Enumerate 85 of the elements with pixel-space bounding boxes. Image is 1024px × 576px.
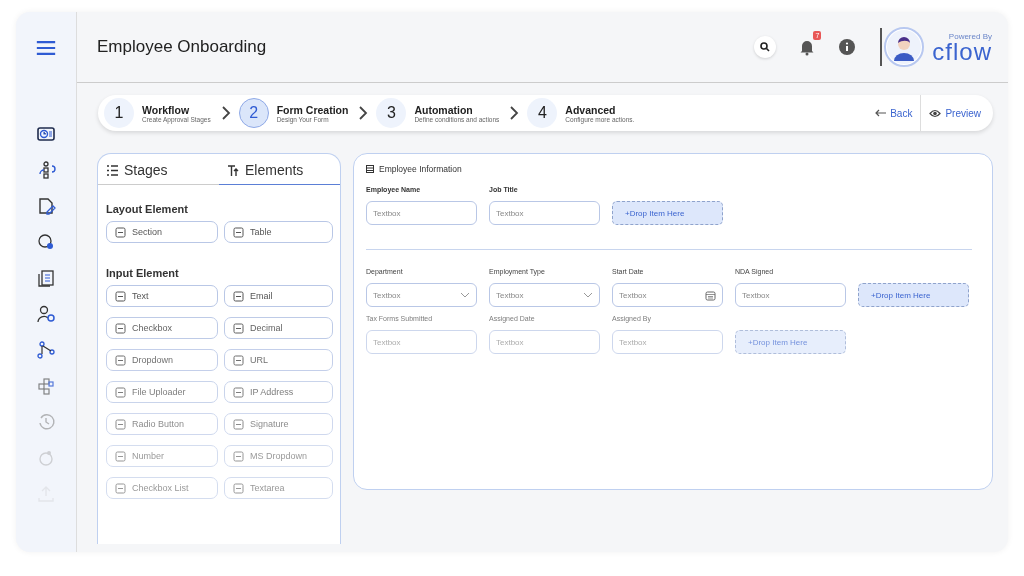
element-button[interactable]: Radio Button <box>106 413 218 435</box>
chevron-right-icon <box>509 106 520 120</box>
document-icon[interactable] <box>36 268 56 288</box>
drop-zone[interactable]: +Drop Item Here <box>612 201 723 225</box>
section-heading: Input Element <box>106 267 180 279</box>
panel-tab[interactable]: Stages <box>98 154 219 184</box>
step-number[interactable]: 2 <box>238 98 269 128</box>
section-title: Employee Information <box>379 164 462 174</box>
eye-icon <box>929 108 942 118</box>
form-edit-icon[interactable] <box>36 196 56 216</box>
dropdown-field[interactable]: Textbox <box>489 283 600 307</box>
element-button[interactable]: IP Address <box>224 381 333 403</box>
element-icon <box>115 482 126 494</box>
chevron-right-icon <box>358 106 369 120</box>
input-field[interactable]: Textbox <box>735 283 846 307</box>
step-title[interactable]: Automation <box>414 103 500 116</box>
input-field[interactable]: Textbox <box>366 330 477 354</box>
element-icon <box>115 290 126 302</box>
element-icon <box>233 386 244 398</box>
input-field[interactable]: Textbox <box>489 330 600 354</box>
calendar-icon <box>705 289 716 301</box>
element-icon <box>115 322 126 334</box>
step-title[interactable]: Form Creation <box>276 103 349 116</box>
step-title[interactable]: Workflow <box>142 103 211 116</box>
element-icon <box>115 418 126 430</box>
step-title[interactable]: Advanced <box>565 103 635 116</box>
chevron-down-icon <box>583 292 593 298</box>
element-button[interactable]: Table <box>224 221 333 243</box>
input-field[interactable]: Textbox <box>489 201 600 225</box>
element-icon <box>233 290 244 302</box>
info-icon[interactable] <box>838 38 857 56</box>
chevron-down-icon <box>460 292 470 298</box>
drop-zone[interactable]: +Drop Item Here <box>858 283 969 307</box>
element-icon <box>233 354 244 366</box>
element-button[interactable]: Number <box>106 445 218 467</box>
element-button[interactable]: Signature <box>224 413 333 435</box>
element-button[interactable]: File Uploader <box>106 381 218 403</box>
date-field[interactable]: Textbox <box>612 283 723 307</box>
element-button[interactable]: Textarea <box>224 477 333 499</box>
element-icon <box>233 322 244 334</box>
preview-button[interactable]: Preview <box>920 95 993 131</box>
step-number[interactable]: 1 <box>104 98 134 128</box>
element-button[interactable]: Text <box>106 285 218 307</box>
section-icon <box>366 165 374 173</box>
element-icon <box>233 226 244 238</box>
element-icon <box>115 226 126 238</box>
element-button[interactable]: Checkbox List <box>106 477 218 499</box>
element-button[interactable]: Section <box>106 221 218 243</box>
chevron-right-icon <box>220 106 231 120</box>
brand-logo: cflow <box>932 40 992 63</box>
element-icon <box>233 418 244 430</box>
element-icon <box>115 386 126 398</box>
element-button[interactable]: Checkbox <box>106 317 218 339</box>
element-button[interactable]: Dropdown <box>106 349 218 371</box>
element-button[interactable]: Decimal <box>224 317 333 339</box>
brand-tagline: Powered By <box>948 31 992 41</box>
element-icon <box>233 482 244 494</box>
list-icon <box>106 163 119 177</box>
workflow-icon[interactable] <box>36 160 56 180</box>
search-icon[interactable] <box>754 36 777 58</box>
input-field[interactable]: Textbox <box>366 201 477 225</box>
blocks-icon[interactable] <box>36 376 56 396</box>
section-heading: Layout Element <box>106 203 189 215</box>
bell-icon[interactable] <box>798 38 817 56</box>
network-icon[interactable] <box>36 340 56 360</box>
back-button[interactable]: Back <box>867 107 921 119</box>
arrow-left-icon <box>875 109 888 117</box>
avatar[interactable] <box>884 27 925 67</box>
menu-icon[interactable] <box>36 38 56 58</box>
dropdown-field[interactable]: Textbox <box>366 283 477 307</box>
element-icon <box>115 354 126 366</box>
user-settings-icon[interactable] <box>36 304 56 324</box>
text-icon <box>227 163 240 177</box>
drop-zone[interactable]: +Drop Item Here <box>735 330 846 354</box>
panel-tab[interactable]: Elements <box>219 154 340 185</box>
element-icon <box>233 450 244 462</box>
input-field[interactable]: Textbox <box>612 330 723 354</box>
element-button[interactable]: URL <box>224 349 333 371</box>
step-number[interactable]: 3 <box>376 98 407 128</box>
page-title: Employee Onboarding <box>97 37 268 57</box>
element-button[interactable]: Email <box>224 285 333 307</box>
dashboard-icon[interactable] <box>36 124 56 144</box>
element-icon <box>115 450 126 462</box>
step-number[interactable]: 4 <box>527 98 558 128</box>
element-button[interactable]: MS Dropdown <box>224 445 333 467</box>
